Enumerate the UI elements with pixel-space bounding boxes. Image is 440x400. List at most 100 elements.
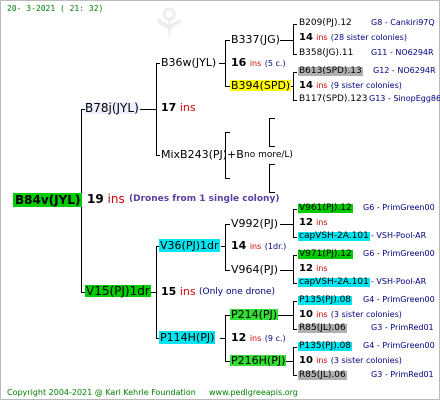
root-queen[interactable]: B84v(JYL) xyxy=(13,193,83,207)
line xyxy=(225,40,230,41)
r15-queen[interactable]: R85(JL).06 xyxy=(298,324,347,333)
mf-note: no more/L) xyxy=(244,150,293,160)
r14-gen-number: 10 xyxy=(299,309,313,320)
fm-gen-number: 14 xyxy=(231,239,247,252)
line xyxy=(293,72,294,100)
mf-queen[interactable]: MixB243(PJ)+B xyxy=(161,149,244,160)
r15-info: G3 - PrimRed01 xyxy=(371,323,434,332)
r11-ins-label: ins xyxy=(316,264,328,273)
fm-ins-label: ins xyxy=(249,242,262,251)
father-ins-label: ins xyxy=(179,285,196,298)
ffm-queen[interactable]: P214(PJ) xyxy=(230,309,279,320)
r16-queen[interactable]: P135(PJ).08 xyxy=(298,342,353,351)
line xyxy=(293,209,297,210)
line xyxy=(293,301,297,302)
line xyxy=(140,109,156,110)
mm-gen-number: 16 xyxy=(231,56,247,69)
mother-generation: 17 ins xyxy=(161,102,196,113)
mmf-queen[interactable]: B394(SPD) xyxy=(230,80,292,91)
fmm-queen[interactable]: V992(PJ) xyxy=(231,218,278,229)
watermark: ⚘ xyxy=(151,1,187,47)
r14-ins-label: ins xyxy=(316,310,328,319)
fm-generation: 14 ins (1dr.) xyxy=(231,240,286,251)
pedigree-frame: ⚘ 20- 3-2021 ( 21: 32) Copyright 2004-20… xyxy=(0,0,440,400)
r5-ins-label: ins xyxy=(316,81,328,90)
father-queen[interactable]: V15(PJ)1dr xyxy=(85,285,151,297)
r1-info: G8 - Cankiri97Q xyxy=(371,18,435,27)
r2-note: (28 sister colonies) xyxy=(330,33,407,42)
r3-queen[interactable]: B358(JG).11 xyxy=(299,49,353,58)
line xyxy=(293,375,297,376)
line xyxy=(156,63,157,155)
root-generation: 19 ins xyxy=(87,193,125,205)
line xyxy=(225,224,226,270)
line xyxy=(293,72,297,73)
ff-generation: 12 ins (9 c.) xyxy=(231,332,286,343)
father-gen-number: 15 xyxy=(161,285,177,298)
r2-gen-number: 14 xyxy=(299,32,313,43)
r2-ins-label: ins xyxy=(316,33,328,42)
line xyxy=(280,40,293,41)
r16-info: G4 - PrimGreen00 xyxy=(363,341,435,350)
line xyxy=(293,209,294,237)
r17-note: (3 sister colonies) xyxy=(330,356,402,365)
r18-queen[interactable]: R85(JL).06 xyxy=(298,371,347,380)
line xyxy=(269,164,275,165)
line xyxy=(269,146,275,147)
r11-gen-number: 12 xyxy=(299,263,313,274)
line xyxy=(293,100,297,101)
ff-note: (9 c.) xyxy=(264,334,286,343)
r14-note: (3 sister colonies) xyxy=(330,310,402,319)
r17-gen-number: 10 xyxy=(299,355,313,366)
father-generation: 15 ins xyxy=(161,286,196,297)
mmm-queen[interactable]: B337(JG) xyxy=(231,34,280,45)
mother-queen[interactable]: B78j(JYL) xyxy=(85,102,139,114)
r17-generation: 10 ins (3 sister colonies) xyxy=(299,356,402,366)
line xyxy=(293,255,297,256)
r6-queen[interactable]: B117(SPD).123 xyxy=(299,95,367,104)
header-date: 20- 3-2021 ( 21: 32) xyxy=(7,4,104,13)
line xyxy=(293,347,294,375)
r4-queen[interactable]: B613(SPD).13 xyxy=(298,67,363,76)
r7-queen[interactable]: V961(PJ).12 xyxy=(298,204,353,213)
fmf-queen[interactable]: V964(PJ) xyxy=(231,264,278,275)
line xyxy=(293,329,297,330)
r9-queen[interactable]: capVSH-2A.101 xyxy=(298,232,370,241)
root-gen-number: 19 xyxy=(87,192,104,206)
r10-queen[interactable]: V971(PJ).12 xyxy=(298,250,353,259)
mother-gen-number: 17 xyxy=(161,101,177,114)
mm-note: (5 c.) xyxy=(264,59,286,68)
line xyxy=(269,164,270,192)
line xyxy=(156,155,160,156)
r11-generation: 12 ins xyxy=(299,264,328,274)
fm-queen[interactable]: V36(PJ)1dr xyxy=(159,239,220,252)
line xyxy=(156,63,160,64)
footer-site[interactable]: www.pedigreeapis.org xyxy=(209,389,298,397)
r1-queen[interactable]: B209(PJ).12 xyxy=(299,19,352,28)
fff-queen[interactable]: P216H(PJ) xyxy=(230,355,287,366)
mm-ins-label: ins xyxy=(249,59,262,68)
r3-info: G11 - NO6294R xyxy=(371,48,434,57)
r12-queen[interactable]: capVSH-2A.101 xyxy=(298,278,370,287)
line xyxy=(293,255,294,283)
line xyxy=(293,24,294,54)
r8-ins-label: ins xyxy=(316,218,328,227)
line xyxy=(269,118,275,119)
line xyxy=(293,347,297,348)
mm-queen[interactable]: B36w(JYL) xyxy=(161,57,216,68)
line xyxy=(269,118,270,146)
r10-info: G6 - PrimGreen00 xyxy=(363,249,435,258)
line xyxy=(225,224,230,225)
r14-generation: 10 ins (3 sister colonies) xyxy=(299,310,402,320)
r6-info: G13 - SinopEgg86R xyxy=(369,94,440,103)
ff-queen[interactable]: P114H(PJ) xyxy=(159,331,216,344)
root-note: (Drones from 1 single colony) xyxy=(129,194,280,204)
line xyxy=(225,315,226,361)
line xyxy=(293,24,297,25)
line xyxy=(293,54,297,55)
line xyxy=(225,178,230,179)
r5-gen-number: 14 xyxy=(299,80,313,91)
r13-queen[interactable]: P135(PJ).08 xyxy=(298,296,353,305)
line xyxy=(293,283,297,284)
fm-note: (1dr.) xyxy=(264,242,287,251)
